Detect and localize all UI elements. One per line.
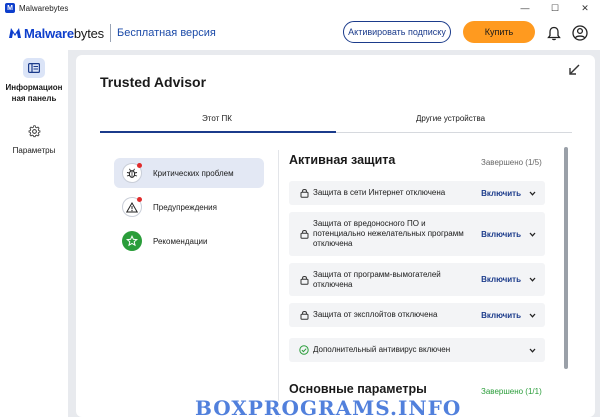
window-title: Malwarebytes (19, 3, 69, 13)
sidebar-item-dashboard[interactable]: Информацион ная панель (0, 58, 68, 104)
watermark: BOXPROGRAMS.INFO (195, 396, 462, 417)
category-critical[interactable]: Критических проблем (114, 158, 264, 188)
tab-other-devices[interactable]: Другие устройства (416, 114, 485, 123)
tab-this-pc[interactable]: Этот ПК (202, 114, 232, 123)
bell-icon[interactable] (545, 24, 563, 42)
buy-button[interactable]: Купить (463, 21, 535, 43)
active-tab-indicator (100, 131, 336, 133)
brand-logo: Malware bytes (8, 26, 104, 41)
chevron-down-icon[interactable] (528, 275, 537, 284)
lock-icon (299, 188, 309, 198)
malwarebytes-mark-icon (9, 28, 21, 38)
warning-icon (122, 197, 142, 217)
app-header: Malware bytes Бесплатная версия Активиров… (0, 16, 600, 50)
malwarebytes-logo-icon: M (5, 3, 15, 13)
protection-text: Защита от программ-вымогателей отключена (313, 269, 441, 289)
chevron-down-icon[interactable] (528, 189, 537, 198)
account-icon[interactable] (571, 24, 589, 42)
brand-text-part2: bytes (73, 25, 104, 41)
gear-icon (23, 121, 45, 141)
protection-text: Защита в сети Интернет отключена (313, 188, 446, 197)
activate-subscription-button[interactable]: Активировать подписку (343, 21, 451, 43)
trusted-advisor-card: Trusted Advisor Этот ПК Другие устройств… (76, 55, 595, 417)
category-label: Рекомендации (153, 236, 208, 246)
scrollbar[interactable] (564, 147, 568, 369)
protection-row[interactable]: Защита в сети Интернет отключена Включит… (289, 181, 545, 205)
star-icon (122, 231, 142, 251)
header-divider (109, 24, 111, 42)
minimize-button[interactable]: — (510, 0, 540, 16)
basic-params-title: Основные параметры (289, 382, 427, 396)
check-circle-icon (299, 345, 309, 355)
protection-text: Дополнительный антивирус включен (313, 345, 451, 354)
alert-dot (137, 197, 142, 202)
chevron-down-icon[interactable] (528, 311, 537, 320)
enable-link[interactable]: Включить (481, 275, 521, 284)
sidebar-item-settings[interactable]: Параметры (0, 121, 68, 156)
lock-icon (299, 275, 309, 285)
maximize-button[interactable]: ☐ (540, 0, 570, 16)
sidebar-item-label: Параметры (12, 146, 56, 155)
card-title: Trusted Advisor (100, 74, 207, 90)
close-button[interactable]: ✕ (570, 0, 600, 16)
edition-label: Бесплатная версия (116, 27, 216, 39)
collapse-arrow-icon[interactable] (567, 63, 581, 77)
protection-text: Защита от эксплойтов отключена (313, 310, 438, 319)
protection-row[interactable]: Защита от программ-вымогателей отключена… (289, 263, 545, 296)
chevron-down-icon[interactable] (528, 230, 537, 239)
category-warnings[interactable]: Предупреждения (114, 192, 264, 222)
category-label: Предупреждения (153, 202, 217, 212)
category-label: Критических проблем (153, 168, 234, 178)
chevron-down-icon[interactable] (528, 346, 537, 355)
brand-text-part1: Malware (24, 25, 74, 41)
active-protection-status: Завершено (1/5) (481, 158, 542, 167)
basic-params-status: Завершено (1/1) (481, 387, 542, 396)
panel-divider (278, 150, 279, 417)
protection-text: Защита от вредоносного ПО и потенциально… (313, 219, 464, 248)
lock-icon (299, 310, 309, 320)
enable-link[interactable]: Включить (481, 230, 521, 239)
title-bar: M Malwarebytes — ☐ ✕ (0, 0, 600, 16)
bug-icon (122, 163, 142, 183)
lock-icon (299, 229, 309, 239)
protection-row[interactable]: Защита от вредоносного ПО и потенциально… (289, 212, 545, 256)
sidebar-item-label: Информацион ная панель (5, 83, 63, 103)
device-tabs: Этот ПК Другие устройства (100, 111, 572, 133)
dashboard-icon (23, 58, 45, 78)
alert-dot (137, 163, 142, 168)
enable-link[interactable]: Включить (481, 189, 521, 198)
category-recommendations[interactable]: Рекомендации (114, 226, 264, 256)
enable-link[interactable]: Включить (481, 311, 521, 320)
sidebar: Информацион ная панель Параметры (0, 50, 68, 417)
protection-row[interactable]: Дополнительный антивирус включен (289, 338, 545, 362)
window-controls: — ☐ ✕ (510, 0, 600, 16)
protection-row[interactable]: Защита от эксплойтов отключена Включить (289, 303, 545, 327)
active-protection-title: Активная защита (289, 153, 396, 167)
